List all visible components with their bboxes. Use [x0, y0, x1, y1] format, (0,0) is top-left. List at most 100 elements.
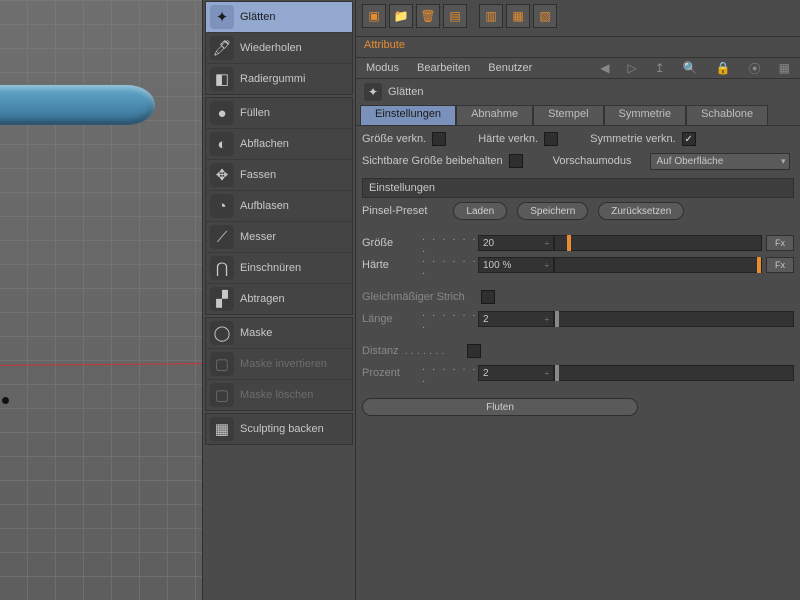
repeat-icon: 🖊 — [210, 36, 234, 60]
button-zuruecksetzen[interactable]: Zurücksetzen — [598, 202, 684, 220]
input-laenge[interactable]: 2÷ — [478, 311, 554, 327]
smooth-icon: ✦ — [364, 83, 382, 101]
input-groesse[interactable]: 20÷ — [478, 235, 554, 251]
tool-radiergummi[interactable]: ◧Radiergummi — [206, 64, 352, 94]
tab-symmetrie[interactable]: Symmetrie — [604, 105, 687, 125]
dropdown-vorschaumodus[interactable]: Auf Oberfläche — [650, 153, 790, 170]
viewport-mesh-object[interactable] — [0, 85, 155, 125]
label-prozent: Prozent — [362, 367, 422, 379]
layer-vis2-button[interactable]: ▦ — [506, 4, 530, 28]
attribute-tab[interactable]: Attribute — [356, 37, 800, 58]
checkbox-sichtbare-groesse[interactable] — [509, 154, 523, 168]
checkbox-haerte-verkn[interactable] — [544, 132, 558, 146]
eraser-icon: ◧ — [210, 67, 234, 91]
slider-laenge[interactable] — [554, 311, 794, 327]
label-distanz: Distanz — [362, 345, 399, 357]
menu-modus[interactable]: Modus — [366, 62, 399, 74]
label-gleichmaessiger-strich: Gleichmäßiger Strich — [362, 291, 465, 303]
checkbox-symmetrie-verkn[interactable]: ✓ — [682, 132, 696, 146]
pinch-icon: ⋂ — [210, 256, 234, 280]
layer-new-button[interactable]: ▣ — [362, 4, 386, 28]
tool-group-shape: ●Füllen ◐Abflachen ✥Fassen ◔Aufblasen ⟋M… — [205, 97, 353, 315]
nav-up-icon[interactable]: ↥ — [655, 61, 665, 75]
flatten-icon: ◐ — [210, 132, 234, 156]
pin-icon[interactable]: ⦿ — [749, 60, 761, 77]
trash-button[interactable]: 🗑 — [416, 4, 440, 28]
tool-maske[interactable]: ◯Maske — [206, 318, 352, 349]
tool-glaetten[interactable]: ✦Glätten — [206, 2, 352, 33]
mask-invert-icon: ▢ — [210, 352, 234, 376]
scrape-icon: ▞ — [210, 287, 234, 311]
nav-fwd-icon[interactable]: ▷ — [627, 61, 636, 75]
lock-icon[interactable]: 🔒 — [716, 61, 731, 75]
layer-vis1-button[interactable]: ▥ — [479, 4, 503, 28]
tool-sculpt-backen[interactable]: ▦Sculpting backen — [206, 414, 352, 444]
folder-open-button[interactable]: 📁 — [389, 4, 413, 28]
attribute-title-label: Glätten — [388, 86, 423, 98]
checkbox-distanz[interactable] — [467, 344, 481, 358]
tab-abnahme[interactable]: Abnahme — [456, 105, 533, 125]
grab-icon: ✥ — [210, 163, 234, 187]
input-prozent[interactable]: 2÷ — [478, 365, 554, 381]
viewport-3d[interactable] — [0, 0, 202, 600]
input-haerte[interactable]: 100 %÷ — [478, 257, 554, 273]
inflate-icon: ◔ — [210, 194, 234, 218]
slider-prozent[interactable] — [554, 365, 794, 381]
tool-abflachen[interactable]: ◐Abflachen — [206, 129, 352, 160]
tool-mask-invert: ▢Maske invertieren — [206, 349, 352, 380]
fill-icon: ● — [210, 101, 234, 125]
button-speichern[interactable]: Speichern — [517, 202, 588, 220]
mask-delete-icon: ▢ — [210, 383, 234, 407]
label-symmetrie-verkn: Symmetrie verkn. — [590, 133, 676, 145]
tool-mask-loeschen: ▢Maske löschen — [206, 380, 352, 410]
checkbox-gleichmaessiger-strich[interactable] — [481, 290, 495, 304]
button-fluten[interactable]: Fluten — [362, 398, 638, 416]
label-groesse-verkn: Größe verkn. — [362, 133, 426, 145]
label-haerte: Härte — [362, 259, 422, 271]
button-laden[interactable]: Laden — [453, 202, 507, 220]
section-einstellungen: Einstellungen — [362, 178, 794, 198]
dots: . . . . . . . — [422, 307, 478, 331]
attribute-menu: Modus Bearbeiten Benutzer ◀ ▷ ↥ 🔍 🔒 ⦿ ▦ — [356, 58, 800, 79]
dots: . . . . . . . — [405, 345, 461, 357]
mask-icon: ◯ — [210, 321, 234, 345]
bake-icon: ▦ — [210, 417, 234, 441]
slider-haerte[interactable] — [554, 257, 762, 273]
tool-messer[interactable]: ⟋Messer — [206, 222, 352, 253]
fx-haerte[interactable]: Fx — [766, 257, 794, 273]
checkbox-groesse-verkn[interactable] — [432, 132, 446, 146]
tool-fassen[interactable]: ✥Fassen — [206, 160, 352, 191]
menu-benutzer[interactable]: Benutzer — [488, 62, 532, 74]
tab-einstellungen[interactable]: Einstellungen — [360, 105, 456, 125]
label-vorschaumodus: Vorschaumodus — [553, 155, 632, 167]
sculpt-tool-panel: ✦Glätten 🖊Wiederholen ◧Radiergummi ●Füll… — [202, 0, 356, 600]
menu-icon[interactable]: ▦ — [779, 61, 790, 75]
attribute-sub-tabs: Einstellungen Abnahme Stempel Symmetrie … — [356, 105, 800, 125]
tool-abtragen[interactable]: ▞Abtragen — [206, 284, 352, 314]
layer-move-button[interactable]: ▧ — [533, 4, 557, 28]
tool-group-bake: ▦Sculpting backen — [205, 413, 353, 445]
attribute-title: ✦ Glätten — [356, 79, 800, 105]
dots: . . . . . . . — [422, 253, 478, 277]
nav-back-icon[interactable]: ◀ — [600, 61, 609, 75]
tool-wiederholen[interactable]: 🖊Wiederholen — [206, 33, 352, 64]
tab-stempel[interactable]: Stempel — [533, 105, 603, 125]
tab-schablone[interactable]: Schablone — [686, 105, 768, 125]
tool-fuellen[interactable]: ●Füllen — [206, 98, 352, 129]
search-icon[interactable]: 🔍 — [683, 61, 698, 75]
attribute-panel: ▣ 📁 🗑 ▤ ▥ ▦ ▧ Attribute Modus Bearbeiten… — [356, 0, 800, 600]
label-sichtbare-groesse: Sichtbare Größe beibehalten — [362, 155, 503, 167]
attribute-body: Größe verkn. Härte verkn. Symmetrie verk… — [356, 125, 800, 600]
fx-groesse[interactable]: Fx — [766, 235, 794, 251]
menu-bearbeiten[interactable]: Bearbeiten — [417, 62, 470, 74]
slider-groesse[interactable] — [554, 235, 762, 251]
dots: . . . . . . . — [422, 231, 478, 255]
label-haerte-verkn: Härte verkn. — [478, 133, 538, 145]
tool-aufblasen[interactable]: ◔Aufblasen — [206, 191, 352, 222]
layer-x-button[interactable]: ▤ — [443, 4, 467, 28]
axis-origin-handle[interactable] — [2, 397, 9, 404]
tool-group-smooth: ✦Glätten 🖊Wiederholen ◧Radiergummi — [205, 1, 353, 95]
tool-einschnueren[interactable]: ⋂Einschnüren — [206, 253, 352, 284]
smooth-icon: ✦ — [210, 5, 234, 29]
layer-toolbar: ▣ 📁 🗑 ▤ ▥ ▦ ▧ — [356, 0, 800, 37]
